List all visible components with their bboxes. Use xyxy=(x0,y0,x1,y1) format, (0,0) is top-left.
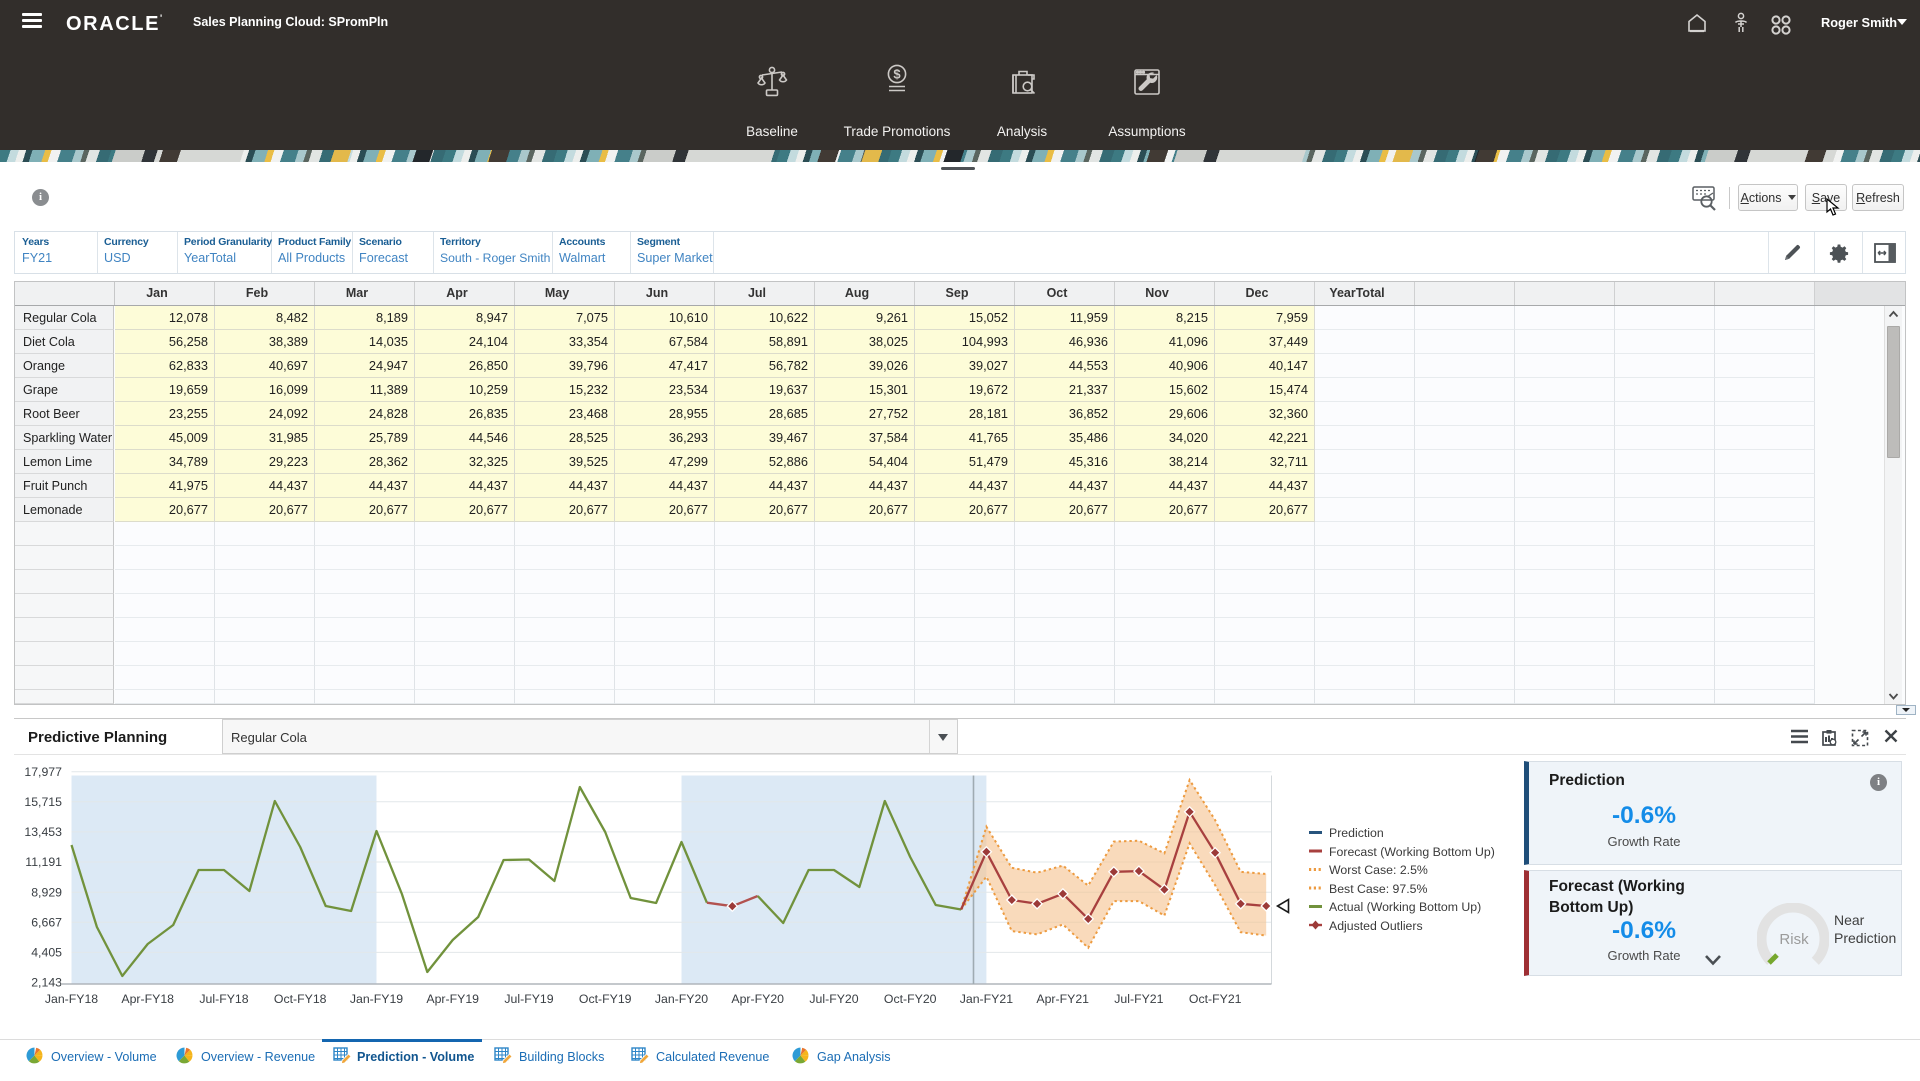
svg-text:Apr-FY20: Apr-FY20 xyxy=(731,992,784,1006)
svg-text:13,453: 13,453 xyxy=(24,825,62,839)
svg-text:4,405: 4,405 xyxy=(31,946,62,960)
svg-text:6,667: 6,667 xyxy=(31,916,62,930)
svg-text:Oct-FY19: Oct-FY19 xyxy=(579,992,632,1006)
svg-text:Oct-FY18: Oct-FY18 xyxy=(274,992,327,1006)
svg-text:Jul-FY20: Jul-FY20 xyxy=(809,992,858,1006)
svg-text:11,191: 11,191 xyxy=(25,855,62,869)
svg-text:Apr-FY18: Apr-FY18 xyxy=(121,992,174,1006)
svg-text:Jan-FY20: Jan-FY20 xyxy=(655,992,708,1006)
svg-text:Apr-FY19: Apr-FY19 xyxy=(426,992,479,1006)
svg-text:Oct-FY21: Oct-FY21 xyxy=(1189,992,1242,1006)
svg-text:Oct-FY20: Oct-FY20 xyxy=(884,992,937,1006)
svg-text:Jul-FY19: Jul-FY19 xyxy=(504,992,553,1006)
svg-text:Jan-FY21: Jan-FY21 xyxy=(960,992,1013,1006)
svg-text:Jan-FY19: Jan-FY19 xyxy=(350,992,403,1006)
svg-text:17,977: 17,977 xyxy=(24,765,62,779)
svg-text:15,715: 15,715 xyxy=(24,795,62,809)
svg-text:Jul-FY21: Jul-FY21 xyxy=(1114,992,1163,1006)
svg-text:Jul-FY18: Jul-FY18 xyxy=(199,992,248,1006)
svg-text:Jan-FY18: Jan-FY18 xyxy=(45,992,98,1006)
svg-text:8,929: 8,929 xyxy=(31,885,62,899)
svg-text:Apr-FY21: Apr-FY21 xyxy=(1036,992,1089,1006)
svg-text:$: $ xyxy=(893,67,901,82)
svg-text:2,143: 2,143 xyxy=(31,976,62,990)
